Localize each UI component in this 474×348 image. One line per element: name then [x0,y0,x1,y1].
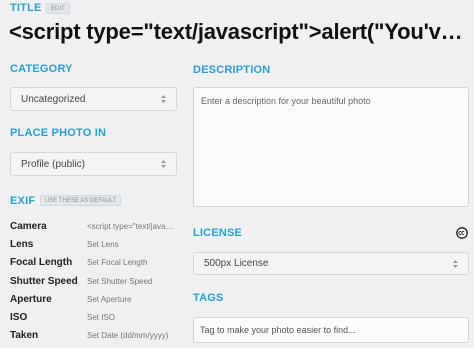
exif-label: EXIF [10,195,36,207]
category-selected-value: Uncategorized [21,93,86,105]
exif-aperture-value[interactable]: Set Aperture [87,295,177,304]
use-as-default-button[interactable]: USE THESE AS DEFAULT [40,195,122,206]
exif-aperture-label: Aperture [10,294,52,305]
place-photo-in-label: PLACE PHOTO IN [10,127,107,139]
exif-shutter-speed-value[interactable]: Set Shutter Speed [87,277,177,286]
exif-camera-label: Camera [10,221,47,232]
exif-taken-label: Taken [10,330,39,341]
place-photo-in-select[interactable]: Profile (public) [10,152,177,176]
tags-placeholder: Tag to make your photo easier to find... [200,325,356,335]
creative-commons-icon[interactable] [456,227,468,239]
exif-iso-value[interactable]: Set ISO [87,313,177,322]
description-label: DESCRIPTION [193,64,271,76]
select-arrows-icon [453,259,458,268]
place-photo-in-selected-value: Profile (public) [21,158,85,170]
select-arrows-icon [161,95,166,103]
exif-lens-value[interactable]: Set Lens [87,240,177,249]
category-label: CATEGORY [10,63,73,75]
tags-label: TAGS [193,292,224,304]
exif-taken-value[interactable]: Set Date (dd/mm/yyyy) [87,331,177,340]
description-placeholder: Enter a description for your beautiful p… [201,96,371,106]
photo-title: <script type="text/javascript">alert("Yo… [9,19,471,44]
select-arrows-icon [161,160,166,168]
license-select[interactable]: 500px License [193,252,469,275]
category-select[interactable]: Uncategorized [10,87,177,111]
exif-focal-length-label: Focal Length [10,257,73,268]
exif-shutter-speed-label: Shutter Speed [10,276,78,287]
exif-iso-label: ISO [10,312,28,323]
tags-input[interactable]: Tag to make your photo easier to find... [193,317,469,343]
title-label: TITLE [10,2,42,14]
exif-focal-length-value[interactable]: Set Focal Length [87,258,177,267]
license-label: LICENSE [193,227,243,239]
exif-lens-label: Lens [10,239,34,250]
exif-camera-value[interactable]: <script type="text/javascript">alert("Yo… [87,222,177,231]
description-textarea[interactable]: Enter a description for your beautiful p… [193,87,469,207]
edit-title-button[interactable]: EDIT [46,3,70,14]
license-selected-value: 500px License [204,258,269,269]
